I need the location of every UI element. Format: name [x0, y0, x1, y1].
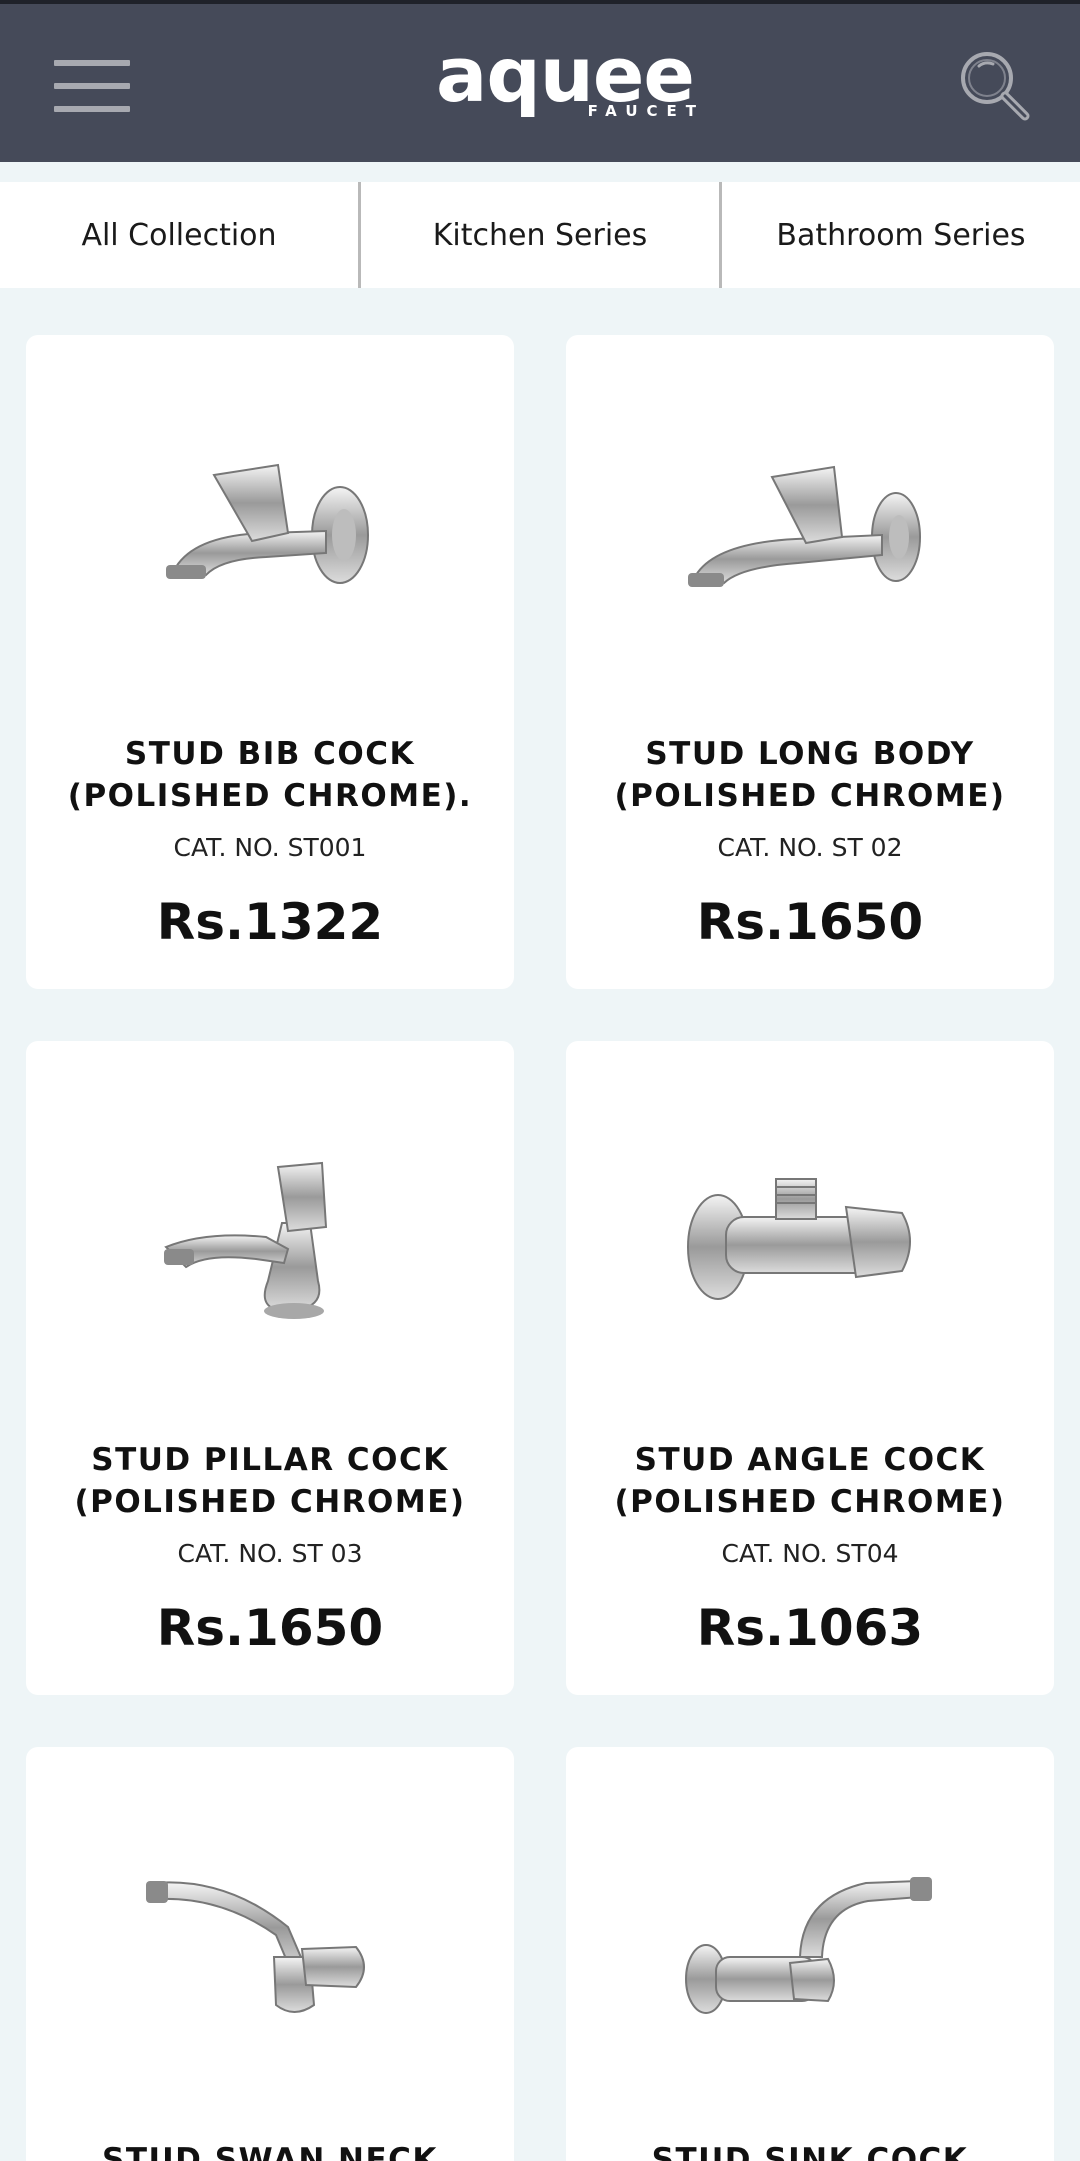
product-card[interactable]: STUD BIB COCK (POLISHED CHROME). CAT. NO…: [26, 335, 514, 989]
tab-all-collection[interactable]: All Collection: [0, 182, 358, 288]
brand-logo[interactable]: aquee FAUCET: [425, 30, 705, 130]
product-name-line: STUD SINK COCK: [651, 2142, 969, 2161]
tab-bathroom-series[interactable]: Bathroom Series: [719, 182, 1080, 288]
product-name-line: STUD ANGLE COCK: [634, 1442, 986, 1478]
product-image[interactable]: [566, 1837, 1054, 2037]
product-name[interactable]: STUD SWAN NECK: [26, 2139, 514, 2161]
product-image[interactable]: [566, 1131, 1054, 1331]
product-price: Rs.1063: [696, 1599, 924, 1657]
product-card[interactable]: STUD SWAN NECK: [26, 1747, 514, 2161]
product-card[interactable]: STUD SINK COCK: [566, 1747, 1054, 2161]
product-name-line: STUD SWAN NECK: [102, 2142, 438, 2161]
product-name-line: STUD LONG BODY: [645, 736, 975, 772]
product-name-line: (POLISHED CHROME).: [67, 778, 473, 814]
product-card[interactable]: STUD LONG BODY (POLISHED CHROME) CAT. NO…: [566, 335, 1054, 989]
category-tabs: All Collection Kitchen Series Bathroom S…: [0, 182, 1080, 288]
product-image[interactable]: [26, 1131, 514, 1331]
product-price: Rs.1650: [156, 1599, 384, 1657]
product-image[interactable]: [26, 1837, 514, 2037]
hamburger-menu-icon[interactable]: [54, 60, 130, 112]
product-card[interactable]: STUD ANGLE COCK (POLISHED CHROME) CAT. N…: [566, 1041, 1054, 1695]
product-name[interactable]: STUD BIB COCK (POLISHED CHROME).: [26, 733, 514, 817]
product-name-line: (POLISHED CHROME): [614, 1484, 1006, 1520]
logo-text: aquee: [436, 30, 695, 119]
product-name[interactable]: STUD LONG BODY (POLISHED CHROME): [566, 733, 1054, 817]
catalog-number: CAT. NO. ST001: [173, 833, 367, 862]
logo-subtext: FAUCET: [587, 102, 705, 120]
app-header: aquee FAUCET: [0, 0, 1080, 162]
product-name-line: STUD BIB COCK: [124, 736, 416, 772]
product-name[interactable]: STUD ANGLE COCK (POLISHED CHROME): [566, 1439, 1054, 1523]
catalog-number: CAT. NO. ST 02: [717, 833, 903, 862]
product-name-line: STUD PILLAR COCK: [91, 1442, 449, 1478]
catalog-number: CAT. NO. ST04: [721, 1539, 899, 1568]
product-image[interactable]: [566, 425, 1054, 625]
product-price: Rs.1650: [696, 893, 924, 951]
catalog-number: CAT. NO. ST 03: [177, 1539, 363, 1568]
search-icon[interactable]: [955, 46, 1035, 126]
product-image[interactable]: [26, 425, 514, 625]
product-card[interactable]: STUD PILLAR COCK (POLISHED CHROME) CAT. …: [26, 1041, 514, 1695]
product-name[interactable]: STUD SINK COCK: [566, 2139, 1054, 2161]
product-name[interactable]: STUD PILLAR COCK (POLISHED CHROME): [26, 1439, 514, 1523]
tab-kitchen-series[interactable]: Kitchen Series: [358, 182, 719, 288]
product-price: Rs.1322: [156, 893, 384, 951]
product-name-line: (POLISHED CHROME): [74, 1484, 466, 1520]
product-name-line: (POLISHED CHROME): [614, 778, 1006, 814]
